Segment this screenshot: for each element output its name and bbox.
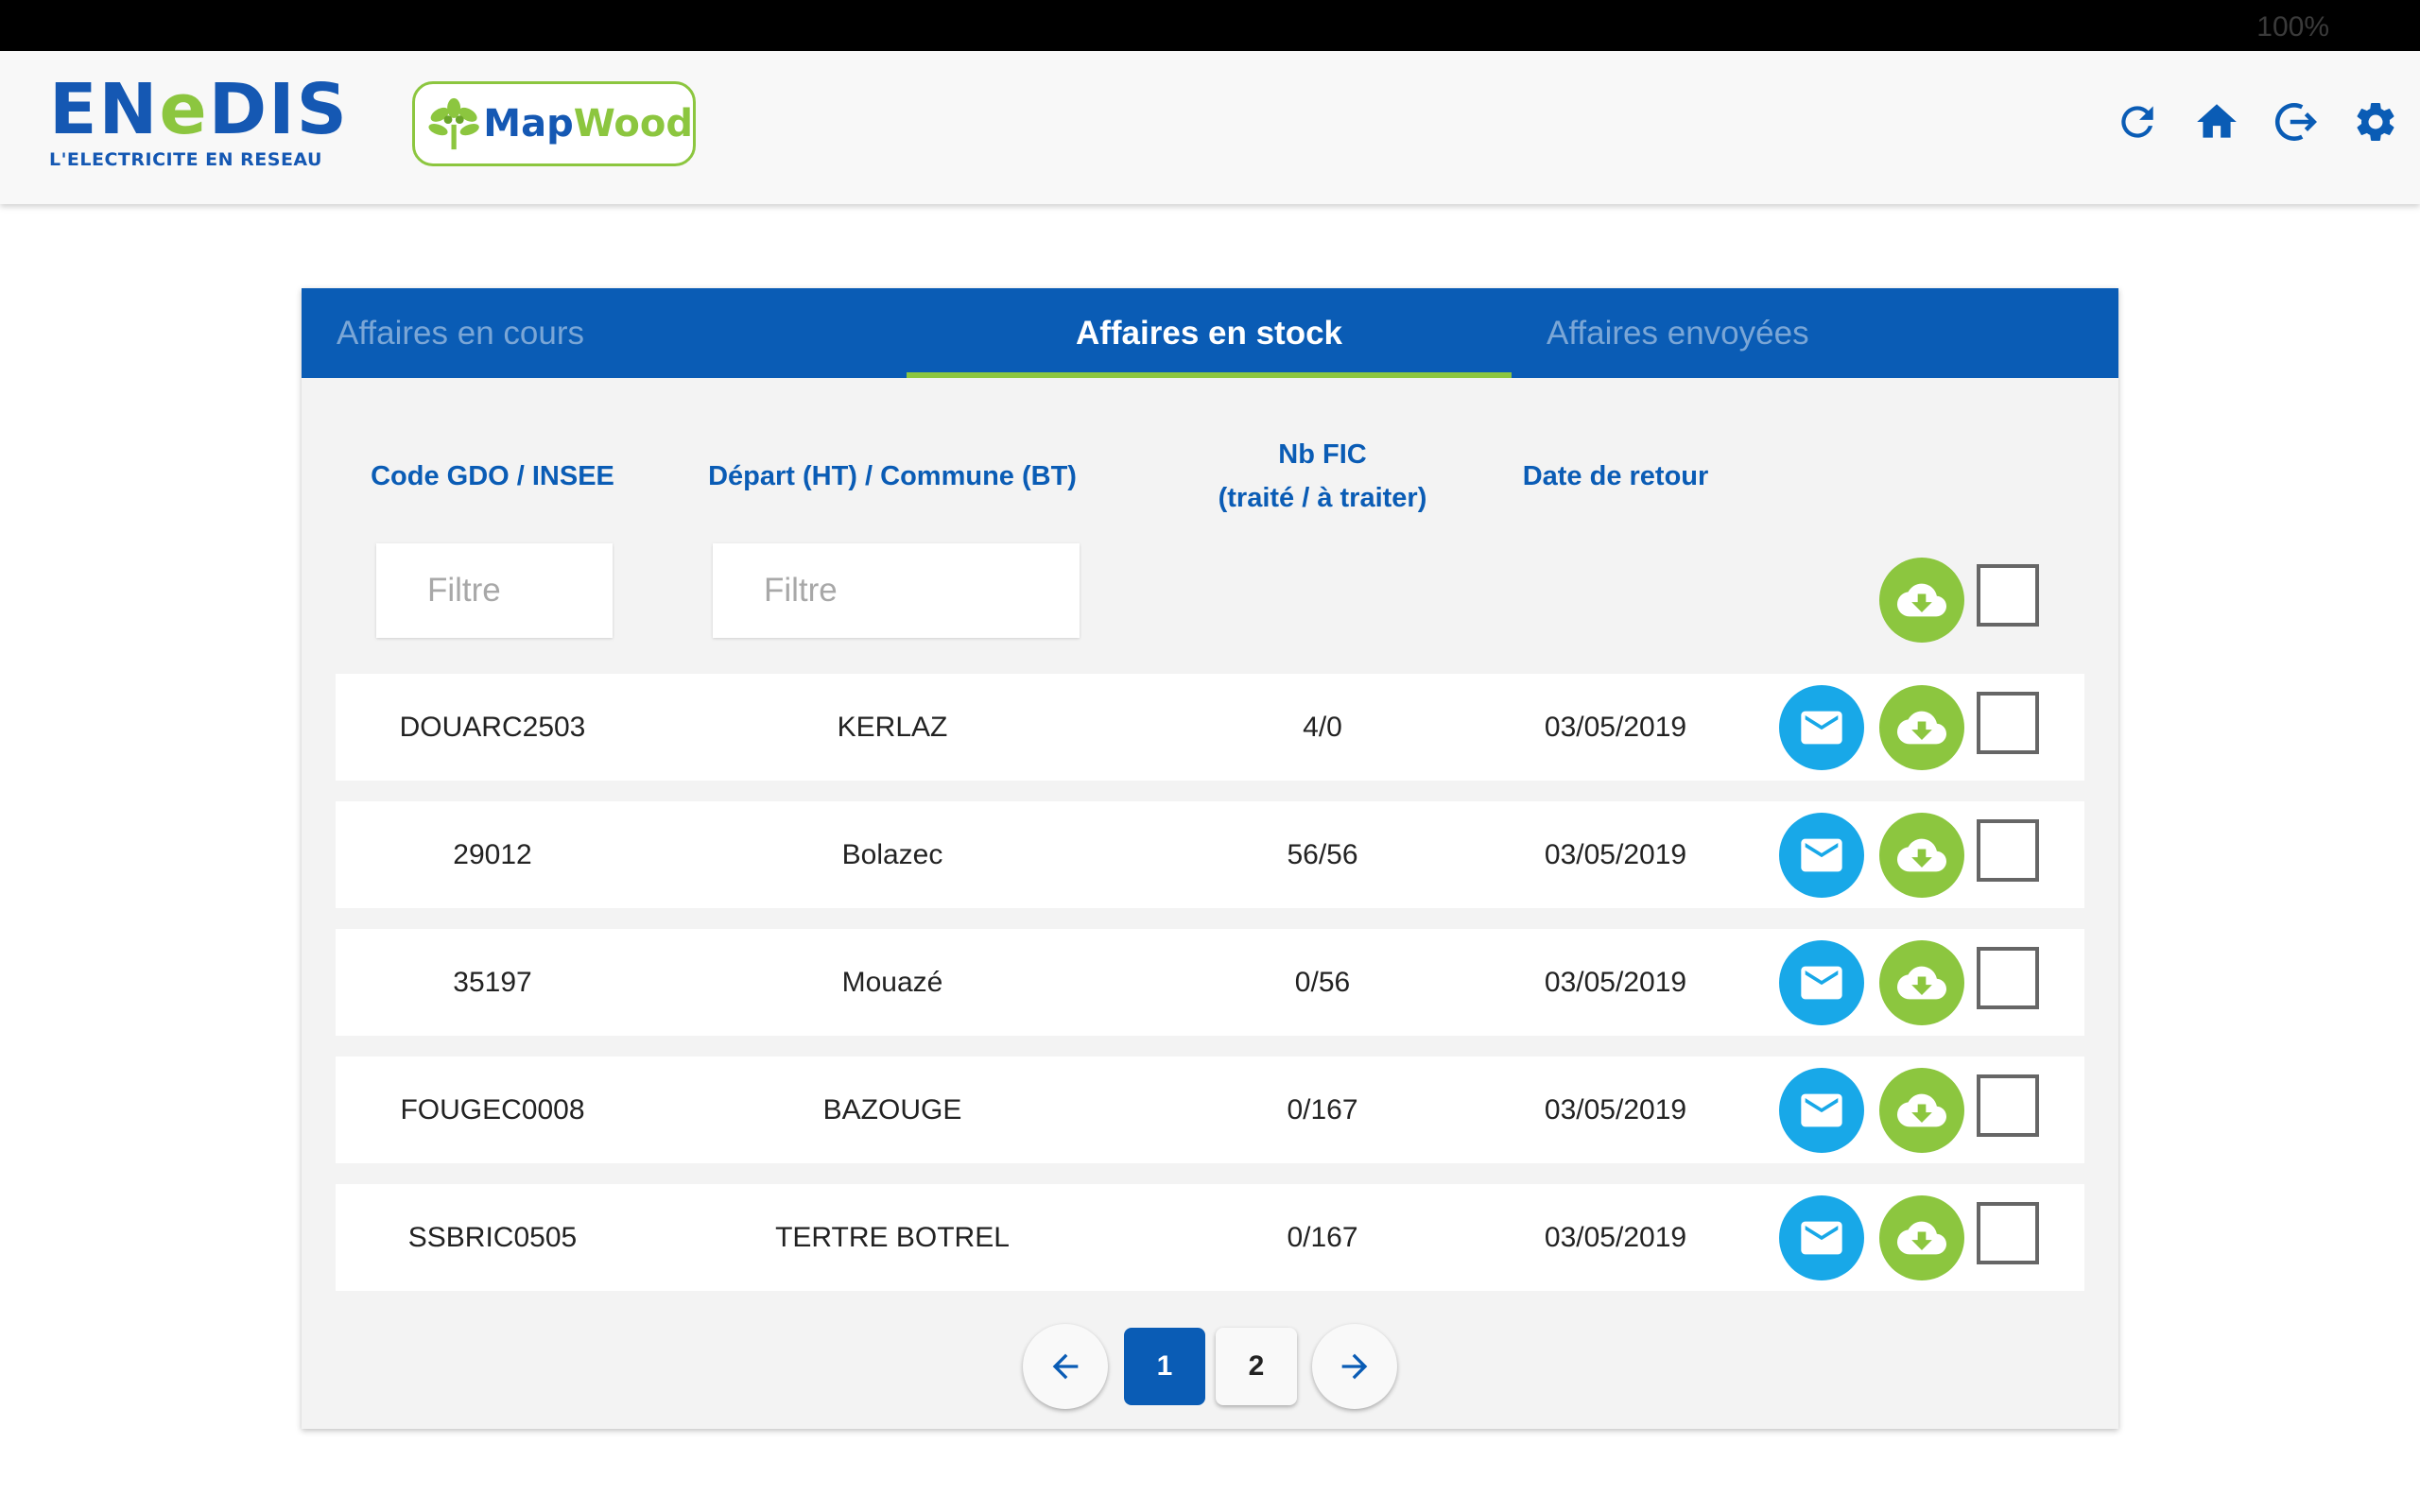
mapwood-logo: MapWood: [412, 81, 696, 166]
app-header: ENeDIS L'ELECTRICITE EN RESEAU MapWood: [0, 51, 2420, 204]
battery-level: 100%: [2256, 11, 2329, 43]
cloud-download-icon: [1897, 1221, 1946, 1255]
send-mail-button[interactable]: [1779, 813, 1864, 898]
refresh-button[interactable]: [2112, 96, 2163, 147]
filter-code-input[interactable]: [376, 543, 613, 638]
column-header-depart: Départ (HT) / Commune (BT): [708, 461, 1077, 491]
logo-text-c: DIS: [208, 69, 349, 150]
tab-affaires-envoyees[interactable]: Affaires envoyées: [1512, 288, 2117, 378]
row-checkbox[interactable]: [1977, 1074, 2039, 1137]
header-actions: [2112, 96, 2401, 147]
settings-icon: [2357, 102, 2394, 141]
logo-tagline: L'ELECTRICITE EN RESEAU: [49, 149, 322, 170]
row-depart: TERTRE BOTREL: [775, 1222, 1010, 1253]
row-date: 03/05/2019: [1544, 839, 1687, 870]
send-mail-button[interactable]: [1779, 940, 1864, 1025]
cloud-download-icon: [1897, 966, 1946, 1000]
row-depart: Bolazec: [841, 839, 943, 870]
tree-icon: [428, 97, 479, 150]
cloud-download-icon: [1897, 838, 1946, 872]
affaires-card: Affaires en cours Affaires en stock Affa…: [302, 288, 2118, 1429]
row-checkbox[interactable]: [1977, 819, 2039, 882]
cloud-download-icon: [1897, 1093, 1946, 1127]
cloud-download-icon: [1897, 583, 1946, 617]
logo-text-a: EN: [49, 69, 160, 150]
tab-affaires-en-cours[interactable]: Affaires en cours: [302, 288, 907, 378]
status-bar: 100%: [0, 0, 2420, 51]
send-mail-button[interactable]: [1779, 1068, 1864, 1153]
row-code: 29012: [453, 839, 532, 870]
cloud-download-icon: [1897, 711, 1946, 745]
download-button[interactable]: [1879, 1195, 1964, 1280]
home-icon: [2197, 104, 2237, 138]
page-button-1[interactable]: 1: [1124, 1328, 1205, 1405]
row-code: 35197: [453, 967, 532, 998]
next-page-button[interactable]: [1312, 1324, 1397, 1409]
row-checkbox[interactable]: [1977, 947, 2039, 1009]
download-all-button[interactable]: [1879, 558, 1964, 643]
prev-page-button[interactable]: [1023, 1324, 1108, 1409]
row-code: DOUARC2503: [399, 712, 586, 743]
home-button[interactable]: [2191, 96, 2242, 147]
row-date: 03/05/2019: [1544, 1094, 1687, 1125]
select-all-checkbox[interactable]: [1977, 564, 2039, 627]
row-depart: KERLAZ: [837, 712, 948, 743]
logo-text-b: e: [159, 69, 209, 150]
row-code: SSBRIC0505: [407, 1222, 578, 1253]
logout-icon: [2275, 103, 2317, 141]
row-checkbox[interactable]: [1977, 1202, 2039, 1264]
row-checkbox[interactable]: [1977, 692, 2039, 754]
mail-icon: [1801, 711, 1842, 745]
download-button[interactable]: [1879, 685, 1964, 770]
enedis-logo: ENeDIS L'ELECTRICITE EN RESEAU: [49, 74, 349, 170]
download-button[interactable]: [1879, 940, 1964, 1025]
settings-button[interactable]: [2350, 96, 2401, 147]
arrow-left-icon: [1052, 1353, 1079, 1380]
column-header-date: Date de retour: [1522, 461, 1709, 491]
row-depart: Mouazé: [841, 967, 943, 998]
tab-affaires-en-stock[interactable]: Affaires en stock: [907, 288, 1512, 378]
app-name-a: Map: [483, 102, 574, 146]
logout-button[interactable]: [2271, 96, 2322, 147]
mail-icon: [1801, 966, 1842, 1000]
mail-icon: [1801, 1093, 1842, 1127]
column-header-code: Code GDO / INSEE: [371, 461, 614, 491]
app-name-b: Wood: [573, 102, 693, 146]
mail-icon: [1801, 838, 1842, 872]
page-button-2[interactable]: 2: [1216, 1328, 1297, 1405]
send-mail-button[interactable]: [1779, 1195, 1864, 1280]
row-date: 03/05/2019: [1544, 1222, 1687, 1253]
row-code: FOUGEC0008: [400, 1094, 585, 1125]
filter-depart-input[interactable]: [713, 543, 1080, 638]
refresh-icon: [2121, 106, 2153, 138]
tab-bar: Affaires en cours Affaires en stock Affa…: [302, 288, 2118, 378]
row-depart: BAZOUGE: [822, 1094, 962, 1125]
row-date: 03/05/2019: [1544, 712, 1687, 743]
download-button[interactable]: [1879, 813, 1964, 898]
arrow-right-icon: [1341, 1353, 1368, 1380]
row-date: 03/05/2019: [1544, 967, 1687, 998]
mail-icon: [1801, 1221, 1842, 1255]
download-button[interactable]: [1879, 1068, 1964, 1153]
send-mail-button[interactable]: [1779, 685, 1864, 770]
